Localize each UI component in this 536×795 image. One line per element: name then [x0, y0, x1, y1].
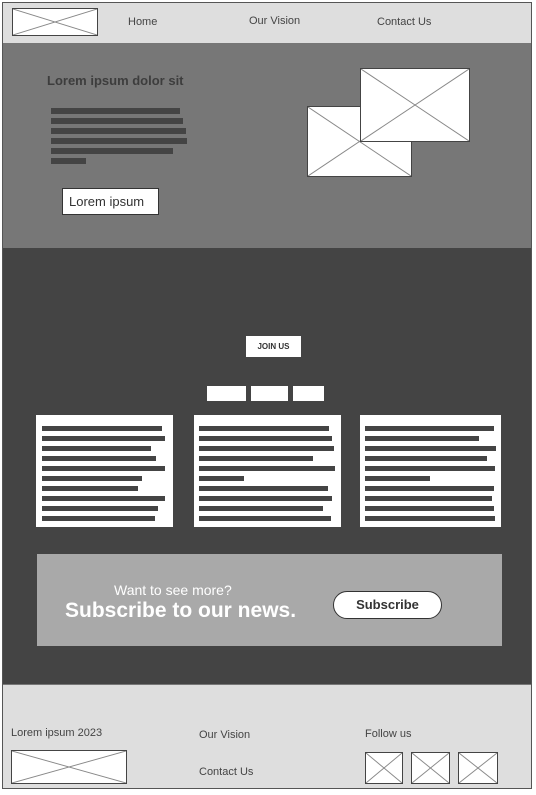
subscribe-button[interactable]: Subscribe — [333, 591, 442, 619]
text-line — [51, 138, 187, 144]
text-line — [199, 516, 331, 521]
text-line — [199, 496, 332, 501]
text-line — [42, 506, 158, 511]
subscribe-prompt: Want to see more? — [114, 582, 232, 598]
text-line — [42, 426, 162, 431]
social-icon-placeholder-2[interactable] — [411, 752, 450, 784]
hero-section: Lorem ipsum dolor sit Lorem ipsum — [3, 44, 531, 248]
text-line — [365, 476, 430, 481]
text-line — [365, 516, 495, 521]
footer-link-our-vision[interactable]: Our Vision — [199, 729, 250, 741]
text-line — [42, 476, 142, 481]
text-line — [42, 516, 155, 521]
text-line — [42, 456, 156, 461]
text-line — [199, 466, 335, 471]
text-line — [51, 128, 186, 134]
text-line — [365, 426, 494, 431]
text-line — [199, 446, 334, 451]
text-line — [365, 496, 492, 501]
text-line — [42, 446, 151, 451]
hero-title: Lorem ipsum dolor sit — [47, 73, 184, 88]
follow-us-label: Follow us — [365, 728, 412, 740]
tab-3[interactable] — [293, 386, 324, 401]
footer-logo-placeholder[interactable] — [11, 750, 127, 784]
text-line — [365, 446, 496, 451]
text-line — [199, 436, 332, 441]
text-line — [42, 436, 165, 441]
text-line — [199, 426, 329, 431]
content-section: JOIN US Want to see more? Subscribe to o… — [3, 248, 531, 684]
hero-image-placeholder-front — [360, 68, 470, 142]
content-card-3 — [360, 415, 501, 527]
join-us-button[interactable]: JOIN US — [246, 336, 301, 357]
footer: Lorem ipsum 2023 Our Vision Contact Us F… — [3, 684, 531, 788]
text-line — [365, 456, 487, 461]
social-icon-placeholder-3[interactable] — [458, 752, 498, 784]
text-line — [199, 476, 244, 481]
footer-copyright: Lorem ipsum 2023 — [11, 727, 103, 739]
text-line — [199, 486, 328, 491]
text-line — [199, 456, 313, 461]
content-card-1 — [36, 415, 173, 527]
subscribe-heading: Subscribe to our news. — [65, 599, 297, 622]
text-line — [365, 506, 494, 511]
text-line — [51, 118, 183, 124]
nav-link-contact-us[interactable]: Contact Us — [377, 16, 431, 28]
text-line — [365, 486, 494, 491]
text-line — [365, 466, 495, 471]
tab-2[interactable] — [251, 386, 288, 401]
subscribe-banner: Want to see more? Subscribe to our news.… — [37, 554, 502, 646]
text-line — [365, 436, 479, 441]
tab-1[interactable] — [207, 386, 246, 401]
top-navigation: Home Our Vision Contact Us — [3, 3, 531, 44]
text-line — [51, 148, 173, 154]
nav-link-home[interactable]: Home — [128, 16, 157, 28]
logo-placeholder[interactable] — [12, 8, 98, 36]
hero-cta-button[interactable]: Lorem ipsum — [62, 188, 159, 215]
text-line — [51, 158, 86, 164]
nav-link-our-vision[interactable]: Our Vision — [249, 15, 300, 27]
social-icon-placeholder-1[interactable] — [365, 752, 403, 784]
text-line — [42, 486, 138, 491]
text-line — [42, 466, 165, 471]
text-line — [42, 496, 165, 501]
footer-link-contact-us[interactable]: Contact Us — [199, 766, 253, 778]
text-line — [199, 506, 323, 511]
text-line — [51, 108, 180, 114]
content-card-2 — [194, 415, 341, 527]
wireframe-page: Home Our Vision Contact Us Lorem ipsum d… — [2, 2, 532, 789]
